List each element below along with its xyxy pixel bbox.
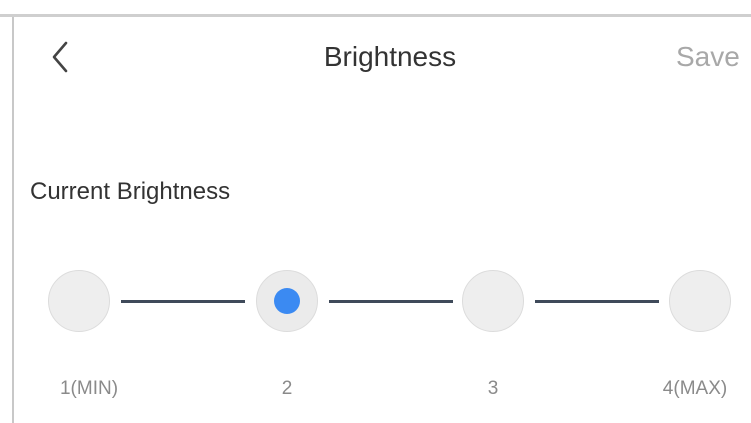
brightness-step-2[interactable] — [256, 270, 318, 332]
step-label-1: 1(MIN) — [59, 378, 119, 399]
brightness-step-3[interactable] — [462, 270, 524, 332]
step-label-2: 2 — [281, 378, 293, 399]
connector-1-2 — [121, 300, 245, 303]
brightness-stepper[interactable] — [0, 268, 751, 338]
brightness-step-4[interactable] — [669, 270, 731, 332]
connector-3-4 — [535, 300, 659, 303]
brightness-step-1[interactable] — [48, 270, 110, 332]
selected-dot — [274, 288, 300, 314]
step-label-3: 3 — [487, 378, 499, 399]
current-brightness-label: Current Brightness — [30, 178, 231, 205]
connector-2-3 — [329, 300, 453, 303]
step-label-4: 4(MAX) — [662, 378, 728, 399]
top-strip — [0, 0, 751, 14]
page-title: Brightness — [323, 41, 457, 72]
save-button[interactable]: Save — [676, 33, 740, 81]
